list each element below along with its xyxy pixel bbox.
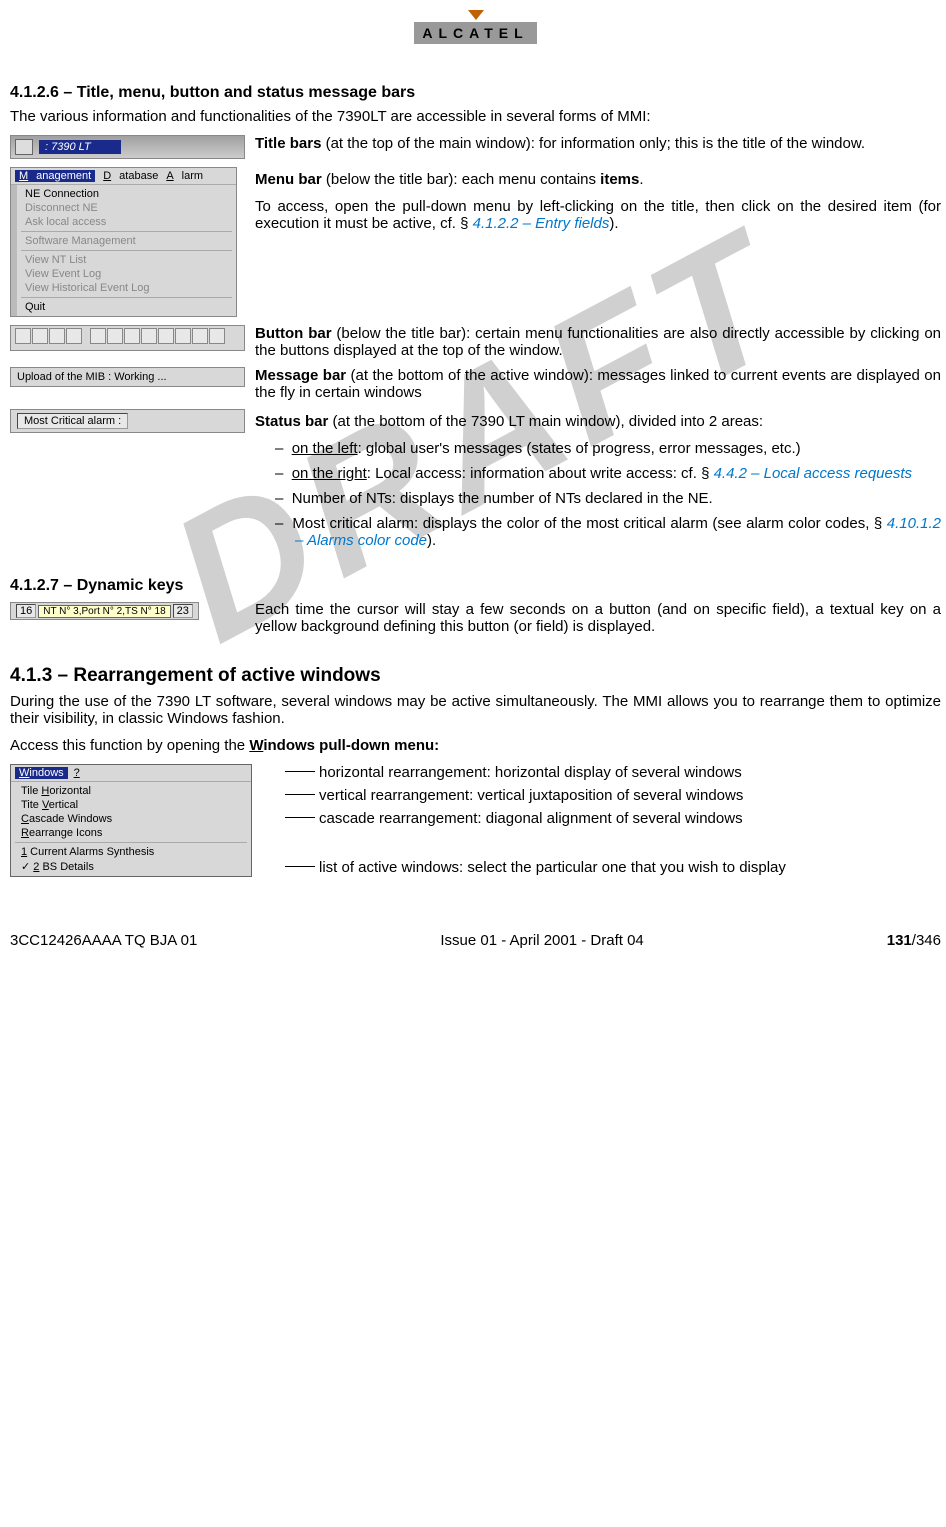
section-413-p1: During the use of the 7390 LT software, … xyxy=(10,693,941,727)
menu-help: ? xyxy=(74,767,80,779)
windows-menu-screenshot: Windows ? Tile Horizontal Tite Vertical … xyxy=(10,764,252,877)
link-entry-fields[interactable]: 4.1.2.2 – Entry fields xyxy=(473,215,610,232)
buttonbar-description: Button bar (below the title bar): certai… xyxy=(255,325,941,359)
toolbar-button-icon xyxy=(192,328,208,344)
section-title: Rearrangement of active windows xyxy=(73,665,380,686)
section-4127-heading: 4.1.2.7 – Dynamic keys xyxy=(10,577,941,595)
menu-management: MManagementanagement xyxy=(15,170,95,182)
menu-item-rearrange: Rearrange Icons xyxy=(11,826,251,840)
brand-logo: ALCATEL xyxy=(10,10,941,44)
section-number: 4.1.2.6 – xyxy=(10,84,77,101)
menu-item-window2: 2 BS Details xyxy=(11,859,251,874)
menubar-screenshot: MManagementanagement Database Alarm NE C… xyxy=(10,167,237,317)
messagebar-screenshot: Upload of the MIB : Working ... xyxy=(10,367,245,387)
section-4126-heading: 4.1.2.6 – Title, menu, button and status… xyxy=(10,84,941,102)
menu-database: Database xyxy=(103,170,158,182)
toolbar-button-icon xyxy=(90,328,106,344)
toolbar-button-icon xyxy=(209,328,225,344)
section-number: 4.1.3 – xyxy=(10,665,73,686)
toolbar-screenshot xyxy=(10,325,245,351)
logo-triangle-icon xyxy=(468,10,484,20)
section-title: Title, menu, button and status message b… xyxy=(77,84,415,101)
titlebar-screenshot: : 7390 LT xyxy=(10,135,245,159)
annot-horizontal: horizontal rearrangement: horizontal dis… xyxy=(285,764,941,781)
toolbar-button-icon xyxy=(32,328,48,344)
section-413-p2: Access this function by opening the Wind… xyxy=(10,737,941,754)
window-title-text: : 7390 LT xyxy=(39,140,121,154)
toolbar-button-icon xyxy=(175,328,191,344)
menu-item-window1: 1 Current Alarms Synthesis xyxy=(11,845,251,859)
toolbar-button-icon xyxy=(66,328,82,344)
menu-item-sw-mgmt: Software Management xyxy=(17,234,236,248)
statusbar-li-nts: – Number of NTs: displays the number of … xyxy=(275,490,941,507)
field-left-num: 16 xyxy=(16,604,36,618)
toolbar-button-icon xyxy=(124,328,140,344)
statusbar-li-alarm: – Most critical alarm: displays the colo… xyxy=(275,515,941,549)
messagebar-description: Message bar (at the bottom of the active… xyxy=(255,367,941,401)
menu-windows: Windows xyxy=(15,767,68,779)
menu-item-tile-h: Tile Horizontal xyxy=(11,784,251,798)
toolbar-button-icon xyxy=(141,328,157,344)
window-icon xyxy=(15,139,33,155)
section-4126-intro: The various information and functionalit… xyxy=(10,108,941,125)
section-413-heading: 4.1.3 – Rearrangement of active windows xyxy=(10,665,941,687)
section-number: 4.1.2.7 – xyxy=(10,577,77,594)
tooltip-text: NT N° 3,Port N° 2,TS N° 18 xyxy=(38,605,170,618)
annot-list: list of active windows: select the parti… xyxy=(285,859,941,876)
footer-issue: Issue 01 - April 2001 - Draft 04 xyxy=(440,932,643,949)
statusbar-field: Most Critical alarm : xyxy=(17,413,128,429)
statusbar-li-right: – on the right: Local access: informatio… xyxy=(275,465,941,482)
menu-item-view-hist: View Historical Event Log xyxy=(17,281,236,295)
page-footer: 3CC12426AAAA TQ BJA 01 Issue 01 - April … xyxy=(10,932,941,949)
menu-item-disconnect: Disconnect NE xyxy=(17,201,236,215)
menu-item-view-nt: View NT List xyxy=(17,253,236,267)
menubar-description: Menu bar (below the title bar): each men… xyxy=(255,167,941,242)
menu-item-cascade: Cascade Windows xyxy=(11,812,251,826)
link-local-access[interactable]: 4.4.2 – Local access requests xyxy=(714,465,912,482)
statusbar-li-left: – on the left: global user's messages (s… xyxy=(275,440,941,457)
menu-item-ne-connection: NE Connection xyxy=(17,187,236,201)
footer-page-number: 131/346 xyxy=(887,932,941,949)
section-title: Dynamic keys xyxy=(77,577,184,594)
annot-cascade: cascade rearrangement: diagonal alignmen… xyxy=(285,810,941,827)
footer-doc-id: 3CC12426AAAA TQ BJA 01 xyxy=(10,932,197,949)
statusbar-screenshot: Most Critical alarm : xyxy=(10,409,245,433)
titlebar-description: Title bars (at the top of the main windo… xyxy=(255,135,941,152)
dynamic-keys-description: Each time the cursor will stay a few sec… xyxy=(255,601,941,635)
annot-vertical: vertical rearrangement: vertical juxtapo… xyxy=(285,787,941,804)
toolbar-button-icon xyxy=(49,328,65,344)
field-right-num: 23 xyxy=(173,604,193,618)
brand-text: ALCATEL xyxy=(414,22,536,44)
menu-item-ask-local: Ask local access xyxy=(17,215,236,229)
menu-alarm: Alarm xyxy=(166,170,203,182)
menu-item-tile-v: Tite Vertical xyxy=(11,798,251,812)
statusbar-description: Status bar (at the bottom of the 7390 LT… xyxy=(255,413,941,430)
tooltip-screenshot: 16 NT N° 3,Port N° 2,TS N° 18 23 xyxy=(10,602,199,620)
toolbar-button-icon xyxy=(107,328,123,344)
toolbar-button-icon xyxy=(15,328,31,344)
toolbar-button-icon xyxy=(158,328,174,344)
menu-item-view-event: View Event Log xyxy=(17,267,236,281)
menu-item-quit: Quit xyxy=(17,300,236,314)
